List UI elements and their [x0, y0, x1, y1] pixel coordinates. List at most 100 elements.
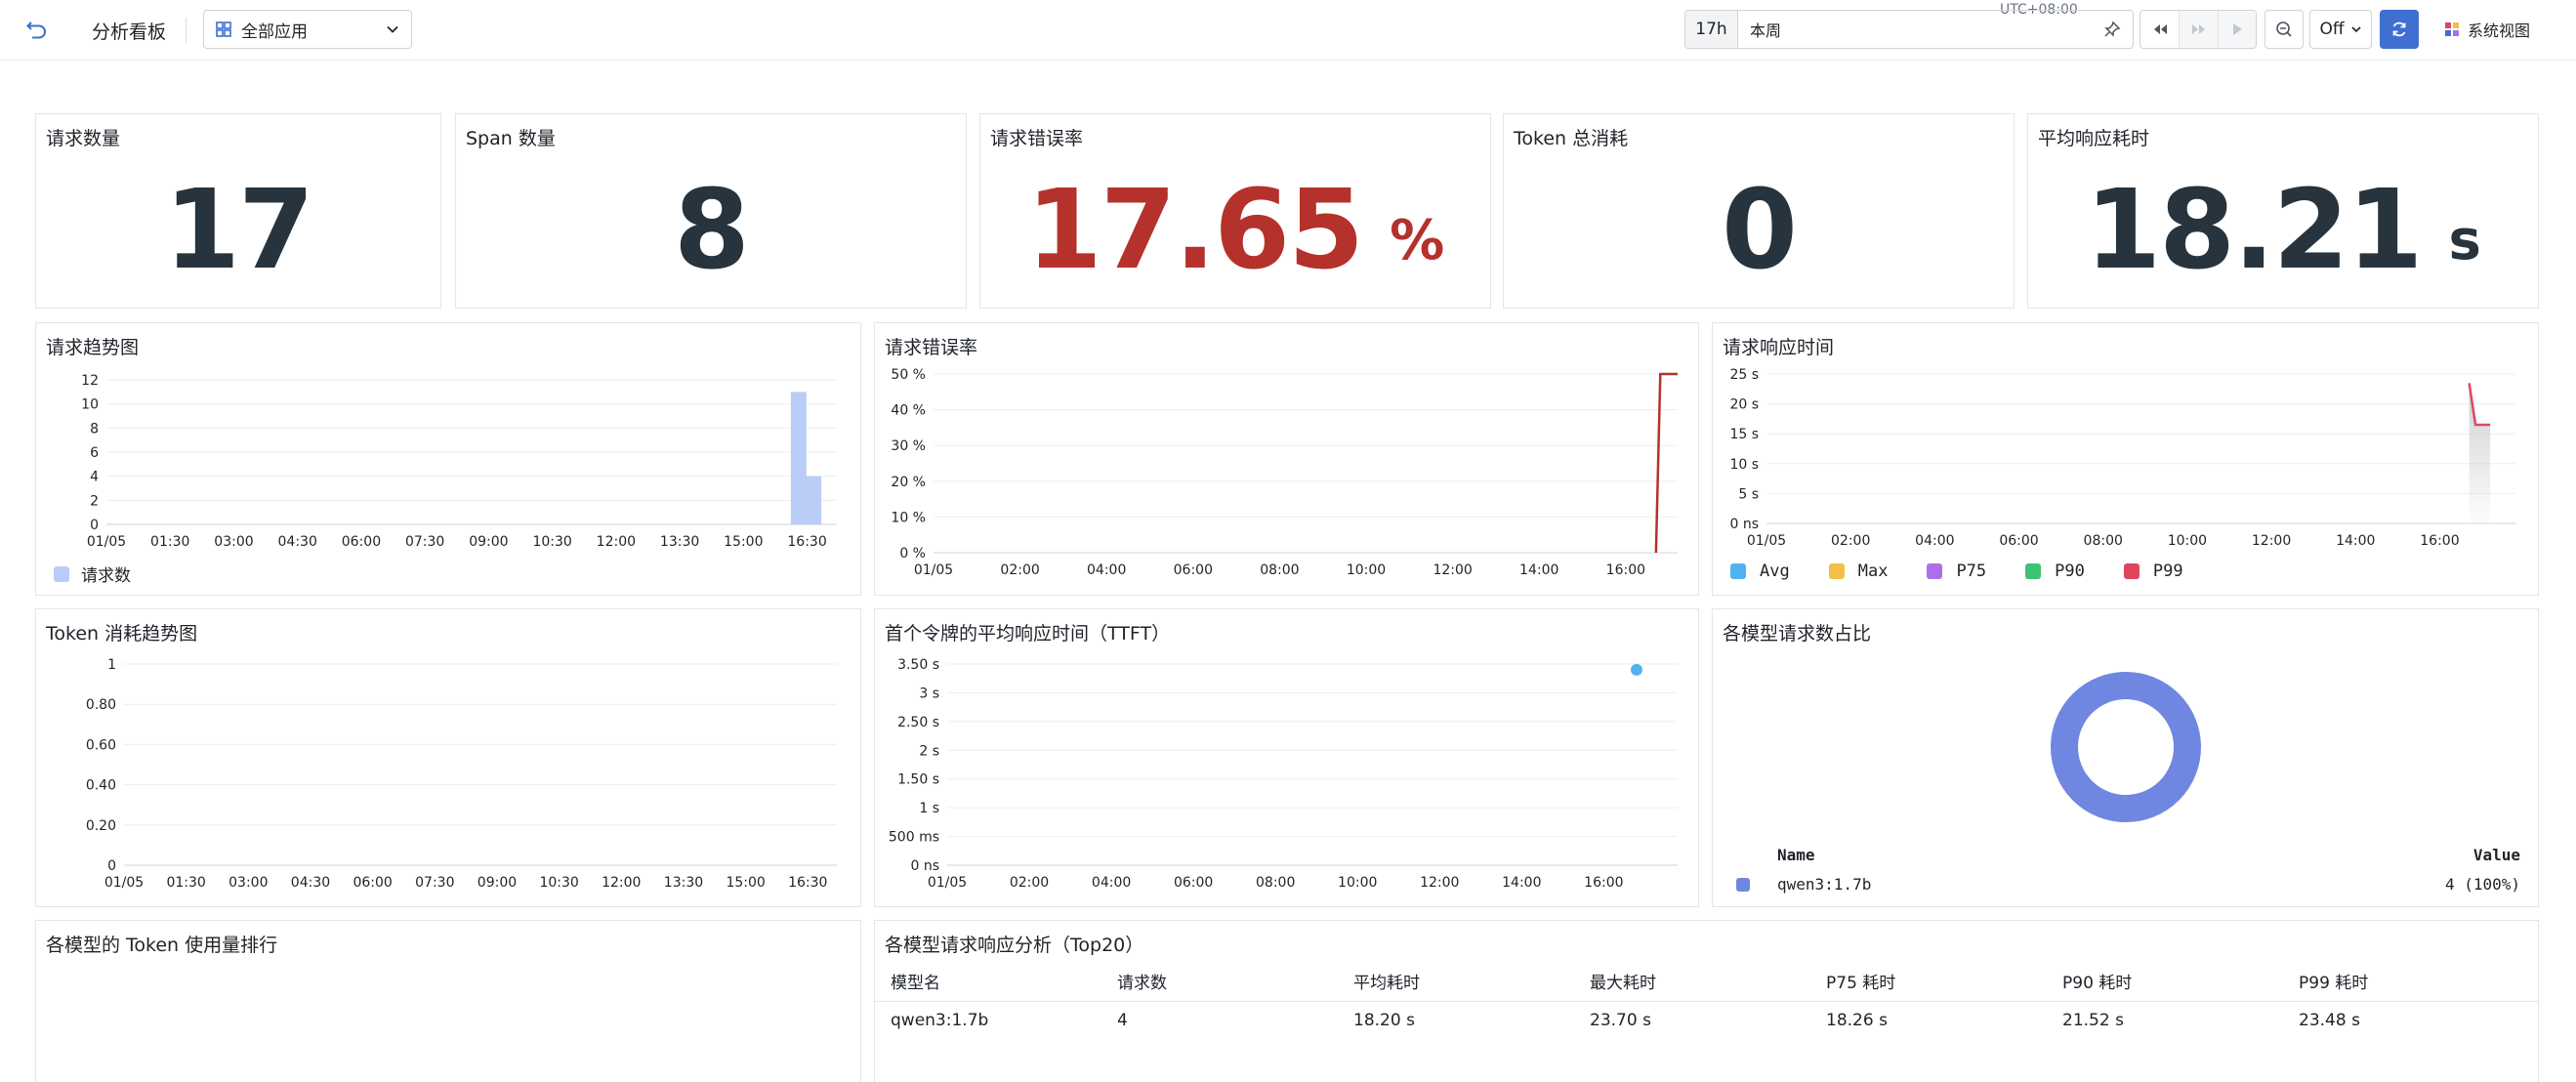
- bar: [806, 476, 822, 524]
- x-tick-label: 13:30: [664, 875, 703, 891]
- x-tick-label: 16:30: [788, 875, 827, 891]
- pie-slice[interactable]: [2051, 672, 2201, 822]
- scatter-point: [1630, 663, 1642, 676]
- column-header[interactable]: 最大耗时: [1574, 962, 1810, 1002]
- system-view-button[interactable]: 系统视图: [2444, 10, 2554, 49]
- divider: [186, 18, 187, 43]
- chart-legend: 请求数: [54, 562, 131, 586]
- refresh-interval-select[interactable]: Off: [2309, 10, 2372, 49]
- stat-unit: s: [2448, 208, 2481, 272]
- panel-token-trend: Token 消耗趋势图 0 0.20 0.40 0.60 0.80 1 01/05 01:30…: [35, 608, 861, 907]
- y-tick-label: 2: [90, 493, 99, 509]
- x-tick-label: 10:00: [2168, 533, 2207, 549]
- x-tick-label: 01/05: [87, 534, 126, 550]
- chart-title: 各模型的 Token 使用量排行: [46, 935, 278, 956]
- x-tick-label: 06:00: [1999, 533, 2038, 549]
- legend-swatch: [1828, 563, 1845, 579]
- apps-icon: [216, 21, 231, 37]
- refresh-button[interactable]: [2380, 10, 2419, 49]
- column-header[interactable]: P99 耗时: [2283, 962, 2538, 1002]
- y-tick-label: 0 %: [899, 546, 926, 562]
- stat-number: 17.65: [1025, 167, 1364, 294]
- table-cell: qwen3:1.7b: [891, 1011, 989, 1031]
- x-tick-label: 01:30: [150, 534, 189, 550]
- shift-forward-button[interactable]: [2179, 11, 2218, 48]
- table-row[interactable]: qwen3:1.7b 4 18.20 s 23.70 s 18.26 s 21.…: [875, 1001, 2538, 1040]
- y-tick-label: 50 %: [891, 367, 926, 383]
- panel-latency-table: 各模型请求响应分析（Top20） 模型名 请求数 平均耗时 最大耗时 P75 耗…: [874, 920, 2539, 1082]
- x-tick-label: 15:00: [726, 875, 765, 891]
- x-tick-label: 01/05: [104, 875, 144, 891]
- shift-back-button[interactable]: [2140, 11, 2179, 48]
- x-tick-label: 16:30: [787, 534, 826, 550]
- legend-slice-value: 4 (100%): [2444, 875, 2520, 894]
- stat-value: 0: [1504, 153, 2014, 308]
- legend-header-name: Name: [1777, 846, 1815, 864]
- request-trend-chart: 0 2 4 6 8 10 12 01/05 01:30 03:00 04:30 06:00 07:30 0…: [81, 373, 837, 550]
- series-line: [1654, 372, 1678, 554]
- x-tick-label: 08:00: [1256, 875, 1295, 891]
- x-tick-label: 09:00: [478, 875, 517, 891]
- x-tick-label: 01/05: [1747, 533, 1786, 549]
- stat-card-span-count: Span 数量 8: [455, 113, 967, 309]
- app-select[interactable]: 全部应用: [203, 10, 412, 49]
- chart-title: 请求趋势图: [46, 337, 140, 358]
- panel-ttft: 首个令牌的平均响应时间（TTFT） 0 ns 500 ms 1 s 1.50 s 2 s…: [874, 608, 1699, 907]
- y-tick-label: 10 s: [1729, 457, 1759, 473]
- chevron-down-icon: [2350, 26, 2361, 33]
- legend-swatch: [1927, 563, 1943, 579]
- column-header[interactable]: 平均耗时: [1338, 962, 1574, 1002]
- y-tick-label: 1.50 s: [897, 772, 939, 788]
- x-tick-label: 07:30: [415, 875, 454, 891]
- chart-title: Token 消耗趋势图: [46, 623, 198, 645]
- legend-label: P99: [2152, 562, 2183, 581]
- x-tick-label: 16:00: [2420, 533, 2459, 549]
- back-button[interactable]: [21, 14, 53, 45]
- time-range-input[interactable]: 本周: [1738, 18, 2133, 41]
- y-tick-label: 12: [81, 373, 99, 389]
- table-cell: 18.26 s: [1826, 1011, 1888, 1031]
- stat-value: 18.21 s: [2028, 153, 2538, 308]
- latency-chart: 0 ns 5 s 10 s 15 s 20 s 25 s 01/05 02:00 04:00 06…: [1729, 367, 2515, 549]
- column-header[interactable]: 请求数: [1101, 962, 1338, 1002]
- legend-label: Avg: [1760, 562, 1790, 581]
- table-header-row: 模型名 请求数 平均耗时 最大耗时 P75 耗时 P90 耗时 P99 耗时: [875, 962, 2538, 1002]
- x-tick-label: 04:00: [1915, 533, 1954, 549]
- x-tick-label: 12:00: [602, 875, 641, 891]
- y-tick-label: 8: [90, 421, 99, 437]
- stat-title: 请求错误率: [990, 128, 1084, 149]
- table-cell: 23.48 s: [2299, 1011, 2360, 1031]
- legend-swatch: [54, 565, 69, 582]
- stat-value: 17.65%: [980, 153, 1490, 308]
- legend-slice-name[interactable]: qwen3:1.7b: [1777, 875, 1871, 894]
- zoom-out-button[interactable]: [2264, 10, 2304, 49]
- x-tick-label: 12:00: [2252, 533, 2291, 549]
- legend-label: P75: [1956, 562, 1987, 581]
- pin-button[interactable]: [2097, 14, 2128, 45]
- legend-label: Max: [1857, 562, 1889, 581]
- column-header[interactable]: 模型名: [875, 962, 1101, 1002]
- view-grid-icon: [2445, 22, 2459, 36]
- column-header[interactable]: P90 耗时: [2047, 962, 2283, 1002]
- y-tick-label: 15 s: [1729, 427, 1759, 442]
- chevron-down-icon: [387, 25, 398, 33]
- x-tick-label: 14:00: [1502, 875, 1541, 891]
- y-tick-label: 40 %: [891, 403, 926, 419]
- x-tick-label: 02:00: [1831, 533, 1870, 549]
- column-header[interactable]: P75 耗时: [1810, 962, 2047, 1002]
- chart-title: 请求错误率: [885, 337, 978, 358]
- panel-latency: 请求响应时间 0 ns 5 s 10 s 15 s 20 s 25 s 01/05 02:00…: [1712, 322, 2539, 596]
- chart-title: 请求响应时间: [1723, 337, 1835, 358]
- x-tick-label: 06:00: [1174, 562, 1213, 578]
- stat-number: 17: [164, 167, 314, 294]
- play-button[interactable]: [2217, 11, 2256, 48]
- play-icon: [2232, 23, 2242, 35]
- time-range-picker[interactable]: 17h 本周: [1684, 10, 2134, 49]
- y-tick-label: 3 s: [919, 686, 939, 701]
- token-trend-chart: 0 0.20 0.40 0.60 0.80 1 01/05 01:30 03:00 04:30 06…: [86, 657, 837, 891]
- legend-swatch: [2025, 563, 2042, 579]
- x-tick-label: 08:00: [1260, 562, 1299, 578]
- table-cell: 21.52 s: [2062, 1011, 2124, 1031]
- x-tick-label: 04:30: [291, 875, 330, 891]
- time-duration[interactable]: 17h: [1685, 11, 1738, 48]
